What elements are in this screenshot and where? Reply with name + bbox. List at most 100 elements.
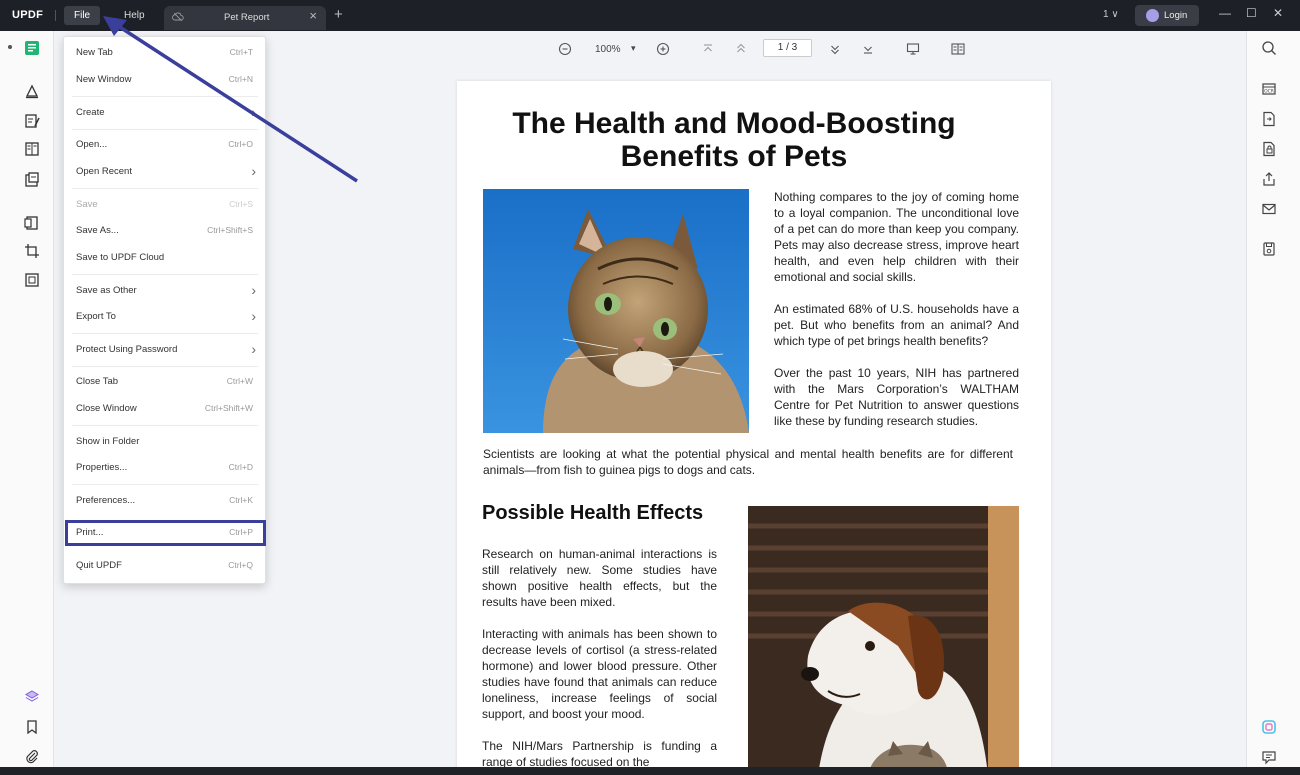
save-icon[interactable]: [1261, 241, 1277, 257]
menu-item-shortcut: Ctrl+N: [228, 74, 253, 84]
last-page-icon[interactable]: [861, 42, 875, 56]
nih-paragraph: Over the past 10 years, NIH has partnere…: [774, 366, 1019, 428]
menu-item-new-tab[interactable]: New Tab Ctrl+T: [64, 43, 265, 63]
previous-page-icon[interactable]: [734, 42, 748, 56]
maximize-icon[interactable]: ☐: [1246, 6, 1257, 20]
new-tab-icon[interactable]: +: [334, 6, 343, 23]
menu-divider: [72, 333, 258, 334]
menu-item-shortcut: Ctrl+T: [229, 47, 253, 57]
minimize-icon[interactable]: —: [1219, 6, 1231, 20]
convert-icon[interactable]: [22, 270, 42, 290]
convert-pdf-icon[interactable]: [1261, 111, 1277, 127]
svg-text:OCR: OCR: [1264, 89, 1274, 95]
menu-item-create[interactable]: Create ›: [64, 103, 265, 123]
menu-item-protect-password[interactable]: Protect Using Password ›: [64, 340, 265, 360]
document-tab[interactable]: Pet Report ×: [164, 6, 326, 30]
zoom-in-icon[interactable]: [656, 42, 670, 56]
chevron-right-icon: ›: [251, 341, 256, 357]
menu-item-open-recent[interactable]: Open Recent ›: [64, 162, 265, 182]
protect-icon[interactable]: [1261, 141, 1277, 157]
email-icon[interactable]: [1261, 201, 1277, 217]
menu-item-quit[interactable]: Quit UPDF Ctrl+Q: [64, 556, 265, 576]
menu-item-open[interactable]: Open... Ctrl+O: [64, 135, 265, 155]
menu-item-save-as-other[interactable]: Save as Other ›: [64, 281, 265, 301]
share-icon[interactable]: [1261, 171, 1277, 187]
menu-divider: [72, 188, 258, 189]
page-layout-icon[interactable]: [951, 42, 965, 56]
feedback-icon[interactable]: [1261, 749, 1277, 765]
dog-photo: [748, 506, 1019, 775]
help-menu-button[interactable]: Help: [114, 6, 155, 25]
close-window-icon[interactable]: ✕: [1273, 6, 1283, 20]
menu-divider: [72, 366, 258, 367]
menu-item-close-tab[interactable]: Close Tab Ctrl+W: [64, 372, 265, 392]
print-highlight-box: [65, 520, 266, 546]
document-page: The Health and Mood-Boosting Benefits of…: [457, 81, 1051, 775]
menu-item-save: Save Ctrl+S: [64, 195, 265, 215]
file-menu-button[interactable]: File: [64, 6, 101, 25]
menu-item-new-window[interactable]: New Window Ctrl+N: [64, 70, 265, 90]
menu-item-shortcut: Ctrl+D: [228, 462, 253, 472]
zoom-level[interactable]: 100%: [595, 44, 621, 55]
menu-item-preferences[interactable]: Preferences... Ctrl+K: [64, 491, 265, 511]
menu-item-label: Save as Other: [76, 285, 137, 296]
menu-item-shortcut: Ctrl+S: [229, 199, 253, 209]
partnership-paragraph: The NIH/Mars Partnership is funding a ra…: [482, 739, 717, 769]
title-line-2: Benefits of Pets: [620, 140, 848, 173]
menu-item-close-window[interactable]: Close Window Ctrl+Shift+W: [64, 399, 265, 419]
crop-icon[interactable]: [22, 241, 42, 261]
comment-icon[interactable]: [22, 81, 42, 101]
layers-icon[interactable]: [22, 687, 42, 707]
menu-item-save-to-cloud[interactable]: Save to UPDF Cloud: [64, 248, 265, 268]
menu-item-label: New Window: [76, 74, 132, 85]
right-toolbar: OCR: [1246, 31, 1300, 775]
menu-item-label: Create: [76, 107, 105, 118]
chevron-right-icon: ›: [251, 308, 256, 324]
first-page-icon[interactable]: [701, 42, 715, 56]
presentation-icon[interactable]: [906, 42, 920, 56]
ocr-icon[interactable]: OCR: [1261, 81, 1277, 97]
menu-item-export-to[interactable]: Export To ›: [64, 307, 265, 327]
zoom-out-icon[interactable]: [558, 42, 572, 56]
research-paragraph: Research on human-animal interactions is…: [482, 547, 717, 609]
menu-item-label: Open...: [76, 139, 108, 150]
menu-item-label: Close Window: [76, 403, 137, 414]
menu-divider: [72, 96, 258, 97]
bookmark-icon[interactable]: [22, 717, 42, 737]
menu-item-label: Properties...: [76, 462, 128, 473]
ai-assistant-icon[interactable]: [1261, 719, 1277, 735]
handle-dot: [8, 45, 12, 49]
attachment-icon[interactable]: [22, 747, 42, 767]
window-count[interactable]: 1 ∨: [1103, 9, 1119, 20]
edit-pdf-icon[interactable]: [22, 111, 42, 131]
menu-item-show-in-folder[interactable]: Show in Folder: [64, 432, 265, 452]
zoom-dropdown-icon[interactable]: ▾: [631, 43, 636, 54]
form-icon[interactable]: [22, 170, 42, 190]
menu-item-properties[interactable]: Properties... Ctrl+D: [64, 458, 265, 478]
menu-item-shortcut: Ctrl+Q: [228, 560, 253, 570]
current-page: 1: [777, 42, 784, 53]
page-tools-icon[interactable]: [22, 213, 42, 233]
organize-icon[interactable]: [22, 139, 42, 159]
scientists-paragraph: Scientists are looking at what the poten…: [483, 447, 1013, 477]
menu-divider: [72, 129, 258, 130]
search-icon[interactable]: [1261, 40, 1277, 56]
reader-mode-icon[interactable]: [22, 38, 42, 58]
file-menu-dropdown: New Tab Ctrl+T New Window Ctrl+N Create …: [63, 36, 266, 584]
login-label: Login: [1164, 10, 1188, 21]
menu-item-label: New Tab: [76, 47, 113, 58]
avatar-icon: [1146, 9, 1159, 22]
page-number-input[interactable]: 1 / 3: [763, 39, 812, 57]
tab-close-icon[interactable]: ×: [309, 8, 317, 23]
title-bar: UPDF File Help Pet Report × + 1 ∨ Login …: [0, 0, 1300, 31]
total-pages: 3: [791, 42, 798, 53]
menu-item-label: Export To: [76, 311, 116, 322]
menu-item-shortcut: Ctrl+Shift+S: [207, 225, 253, 235]
menu-item-save-as[interactable]: Save As... Ctrl+Shift+S: [64, 221, 265, 241]
menu-divider: [72, 274, 258, 275]
login-button[interactable]: Login: [1135, 5, 1199, 26]
menu-item-label: Show in Folder: [76, 436, 140, 447]
title-line-1: The Health and Mood-Boosting: [512, 107, 956, 140]
cat-photo: [483, 189, 749, 433]
next-page-icon[interactable]: [828, 42, 842, 56]
